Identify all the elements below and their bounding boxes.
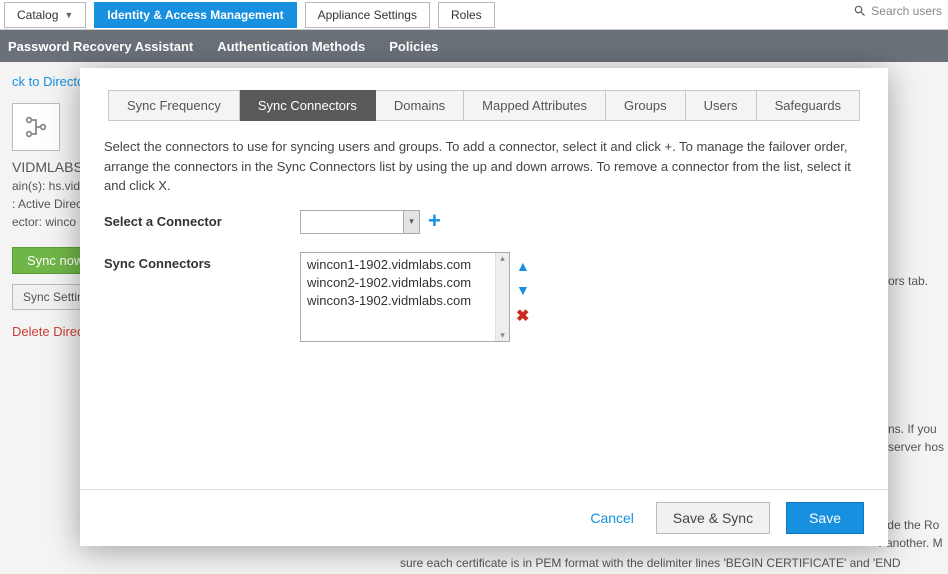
select-value (301, 211, 403, 233)
row-sync-connectors: Sync Connectors wincon1-1902.vidmlabs.co… (104, 252, 864, 342)
tab-roles-label: Roles (451, 8, 482, 22)
bg-right-a: ains. If you (879, 420, 944, 438)
list-item[interactable]: wincon3-1902.vidmlabs.com (307, 292, 503, 310)
modal-body: Select the connectors to use for syncing… (80, 121, 888, 489)
mtab-users[interactable]: Users (686, 90, 757, 121)
sync-settings-modal: Sync Frequency Sync Connectors Domains M… (80, 68, 888, 546)
mtab-safeguards[interactable]: Safeguards (757, 90, 861, 121)
tab-appliance-label: Appliance Settings (318, 8, 417, 22)
bg-right-text: ctors tab. ains. If you y server hos vid… (879, 272, 944, 552)
chevron-down-icon[interactable]: ▾ (403, 211, 419, 233)
tab-catalog[interactable]: Catalog ▼ (4, 2, 86, 28)
mtab-connectors[interactable]: Sync Connectors (240, 90, 376, 121)
cancel-button[interactable]: Cancel (584, 509, 640, 527)
mtab-groups[interactable]: Groups (606, 90, 686, 121)
modal-footer: Cancel Save & Sync Save (80, 489, 888, 546)
tab-catalog-label: Catalog (17, 8, 58, 22)
sync-connectors-label: Sync Connectors (104, 252, 300, 271)
mtab-mapped[interactable]: Mapped Attributes (464, 90, 606, 121)
modal-description: Select the connectors to use for syncing… (104, 137, 864, 196)
move-up-icon[interactable]: ▲ (516, 258, 530, 274)
select-connector-label: Select a Connector (104, 210, 300, 229)
subnav-policies[interactable]: Policies (389, 39, 438, 54)
bg-right-d: r another. M (879, 534, 944, 552)
row-select-connector: Select a Connector ▾ + (104, 210, 864, 234)
save-button[interactable]: Save (786, 502, 864, 534)
bg-right-tab: ctors tab. (879, 272, 944, 290)
list-item[interactable]: wincon1-1902.vidmlabs.com (307, 256, 503, 274)
search-placeholder: Search users (871, 4, 942, 18)
scroll-up-icon[interactable]: ▴ (500, 253, 505, 264)
node-icon (22, 113, 50, 141)
tab-iam[interactable]: Identity & Access Management (94, 2, 296, 28)
search-icon (853, 4, 867, 18)
mtab-frequency[interactable]: Sync Frequency (108, 90, 240, 121)
select-connector-dropdown[interactable]: ▾ (300, 210, 420, 234)
scroll-down-icon[interactable]: ▾ (500, 330, 505, 341)
tab-iam-label: Identity & Access Management (107, 8, 283, 22)
directory-icon (12, 103, 60, 151)
mtab-domains[interactable]: Domains (376, 90, 464, 121)
tab-roles[interactable]: Roles (438, 2, 495, 28)
add-connector-icon[interactable]: + (428, 210, 441, 232)
move-down-icon[interactable]: ▼ (516, 282, 530, 298)
list-controls: ▲ ▼ ✖ (516, 252, 530, 326)
sub-nav: Password Recovery Assistant Authenticati… (0, 30, 948, 62)
sync-connectors-listbox[interactable]: wincon1-1902.vidmlabs.com wincon2-1902.v… (300, 252, 510, 342)
subnav-auth[interactable]: Authentication Methods (217, 39, 365, 54)
top-tabs: Catalog ▼ Identity & Access Management A… (0, 0, 948, 30)
bg-bottom-text: sure each certificate is in PEM format w… (400, 556, 901, 570)
save-sync-button[interactable]: Save & Sync (656, 502, 770, 534)
bg-right-c: vide the Ro (879, 516, 944, 534)
subnav-pra[interactable]: Password Recovery Assistant (8, 39, 193, 54)
remove-icon[interactable]: ✖ (516, 306, 530, 326)
bg-right-b: y server hos (879, 438, 944, 456)
modal-tabs: Sync Frequency Sync Connectors Domains M… (80, 90, 888, 121)
listbox-scrollbar[interactable]: ▴ ▾ (495, 253, 509, 341)
list-item[interactable]: wincon2-1902.vidmlabs.com (307, 274, 503, 292)
search-box[interactable]: Search users (853, 4, 942, 18)
chevron-down-icon: ▼ (64, 10, 73, 20)
tab-appliance[interactable]: Appliance Settings (305, 2, 430, 28)
